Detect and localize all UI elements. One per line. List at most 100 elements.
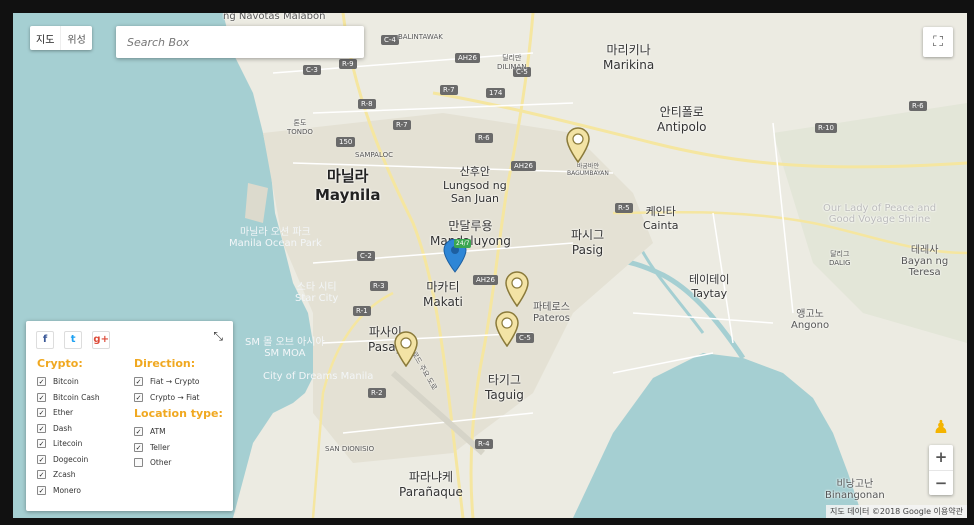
google-plus-icon[interactable]: g+ [92, 331, 111, 349]
road-shield: AH26 [511, 161, 536, 171]
checkbox[interactable]: ✓ [37, 470, 46, 480]
collapse-icon[interactable]: ⤡ [213, 329, 223, 344]
place-sampaloc: SAMPALOC [355, 151, 394, 159]
checkbox[interactable]: ✓ [37, 485, 46, 495]
place-binangonan: 비낭고난 Binangonan [825, 479, 885, 501]
checkbox[interactable]: ✓ [134, 427, 143, 437]
road-shield: C-3 [303, 65, 321, 75]
facebook-icon[interactable]: f [36, 331, 54, 349]
checkbox[interactable]: ✓ [37, 423, 46, 433]
place-city-dreams: City of Dreams Manila [263, 371, 374, 382]
road-shield: R-9 [339, 59, 357, 69]
checkbox[interactable]: ✓ [37, 439, 46, 449]
direction-checkbox-row[interactable]: ✓ Fiat → Crypto [134, 374, 223, 390]
place-balintawak: BALINTAWAK [398, 33, 443, 41]
place-ocean-park: 마닐라 오션 파크 Manila Ocean Park [229, 227, 322, 249]
place-dalig: 달리그 DALIG [829, 250, 851, 267]
map-frame: R-9 C-4 C-3 R-8 R-7 R-7 AH26 174 C-5 R-6… [0, 0, 974, 525]
road-shield: R-7 [393, 120, 411, 130]
fullscreen-icon: ⛶ [933, 34, 943, 50]
checkbox[interactable]: ✓ [37, 392, 46, 402]
road-shield: C-4 [381, 35, 399, 45]
location-checkbox-row[interactable]: ✓ ATM [134, 424, 223, 440]
road-shield: 150 [336, 137, 356, 147]
checkbox-label: Crypto → Fiat [150, 392, 200, 402]
location-checkbox-row[interactable]: ✓ Teller [134, 440, 223, 456]
place-pasig: 파시그 Pasig [571, 228, 605, 257]
location-checkbox-row[interactable]: Other [134, 455, 223, 471]
pegman-icon[interactable]: ♟ [929, 415, 953, 441]
atm-pin-marker[interactable] [565, 127, 591, 163]
place-pateros: 파테로스 Pateros [533, 302, 571, 324]
map-type-satellite-button[interactable]: 위성 [60, 26, 91, 50]
checkbox[interactable]: ✓ [134, 377, 143, 387]
crypto-list: ✓ Bitcoin ✓ Bitcoin Cash ✓ Ether ✓ Dash ✓ Litecoi… [37, 374, 100, 498]
checkbox-label: Fiat → Crypto [150, 377, 200, 387]
checkbox[interactable]: ✓ [134, 442, 143, 452]
fullscreen-button[interactable]: ⛶ [923, 27, 953, 57]
crypto-checkbox-row[interactable]: ✓ Dogecoin [37, 452, 100, 468]
checkbox[interactable]: ✓ [37, 408, 46, 418]
twitter-icon[interactable]: t [64, 331, 83, 349]
checkbox-label: Zcash [53, 470, 76, 480]
crypto-checkbox-row[interactable]: ✓ Dash [37, 421, 100, 437]
crypto-checkbox-row[interactable]: ✓ Bitcoin [37, 374, 100, 390]
map-canvas[interactable]: R-9 C-4 C-3 R-8 R-7 R-7 AH26 174 C-5 R-6… [13, 13, 967, 518]
road-shield: R-1 [353, 306, 371, 316]
place-san-juan: 산후안 Lungsod ng San Juan [443, 165, 507, 205]
road-shield: R-6 [909, 101, 927, 111]
direction-checkbox-row[interactable]: ✓ Crypto → Fiat [134, 390, 223, 406]
search-input[interactable]: Search Box [116, 26, 364, 58]
road-shield: R-3 [370, 281, 388, 291]
place-makati: 마카티 Makati [423, 280, 463, 309]
road-shield: AH26 [455, 53, 480, 63]
map-type-toggle: 지도 위성 [30, 26, 92, 50]
atm-pin-marker[interactable] [393, 331, 419, 367]
road-shield: R-7 [440, 85, 458, 95]
crypto-checkbox-row[interactable]: ✓ Monero [37, 483, 100, 499]
map-attribution[interactable]: 지도 데이터 ©2018 Google 이용약관 [826, 505, 967, 518]
checkbox-label: Monero [53, 485, 81, 495]
checkbox-label: Dogecoin [53, 454, 89, 464]
crypto-header: Crypto: [37, 357, 83, 370]
zoom-control: + − [929, 445, 953, 495]
zoom-out-button[interactable]: − [929, 470, 953, 495]
road-shield: R-8 [358, 99, 376, 109]
map-type-map-button[interactable]: 지도 [30, 26, 60, 50]
checkbox[interactable]: ✓ [37, 454, 46, 464]
crypto-checkbox-row[interactable]: ✓ Bitcoin Cash [37, 390, 100, 406]
direction-filter-group: Direction: ✓ Fiat → Crypto ✓ Crypto → Fiat … [134, 357, 223, 471]
road-shield: AH26 [473, 275, 498, 285]
place-taguig: 타기그 Taguig [485, 373, 524, 402]
checkbox-label: Dash [53, 423, 73, 433]
location-header: Location type: [134, 407, 223, 420]
crypto-checkbox-row[interactable]: ✓ Litecoin [37, 436, 100, 452]
checkbox-label: Ether [53, 408, 74, 418]
place-bagumbayan: 바굼바얀 BAGUMBAYAN [567, 163, 609, 177]
checkbox-label: Teller [150, 442, 170, 452]
zoom-in-button[interactable]: + [929, 445, 953, 470]
crypto-filter-group: Crypto: ✓ Bitcoin ✓ Bitcoin Cash ✓ Ether ✓ Dash… [37, 357, 100, 498]
atm-pin-marker[interactable] [504, 271, 530, 307]
road-shield: R-4 [475, 439, 493, 449]
place-star-city: 스타 시티 Star City [295, 282, 339, 304]
atm-pin-marker[interactable] [494, 311, 520, 347]
place-navotas: ng Navotas Malabon [223, 13, 326, 22]
direction-list: ✓ Fiat → Crypto ✓ Crypto → Fiat [134, 374, 223, 405]
checkbox-label: Bitcoin Cash [53, 392, 100, 402]
location-list: ✓ ATM ✓ Teller Other [134, 424, 223, 471]
checkbox-label: Litecoin [53, 439, 83, 449]
place-diliman: 딜리만 DILIMAN [497, 54, 527, 71]
crypto-checkbox-row[interactable]: ✓ Zcash [37, 467, 100, 483]
social-buttons: f t g+ [36, 327, 223, 349]
road-shield: R-2 [368, 388, 386, 398]
place-lady-peace: Our Lady of Peace and Good Voyage Shrine [823, 203, 937, 225]
checkbox[interactable]: ✓ [37, 377, 46, 387]
crypto-checkbox-row[interactable]: ✓ Ether [37, 405, 100, 421]
road-shield: C-2 [357, 251, 375, 261]
checkbox[interactable]: ✓ [134, 392, 143, 402]
checkbox[interactable] [134, 458, 143, 468]
place-sm-moa: SM 몰 오브 아시아 SM MOA [245, 337, 325, 359]
place-manila: 마닐라 Maynila [315, 167, 381, 204]
laguna-de-bay [573, 353, 863, 518]
